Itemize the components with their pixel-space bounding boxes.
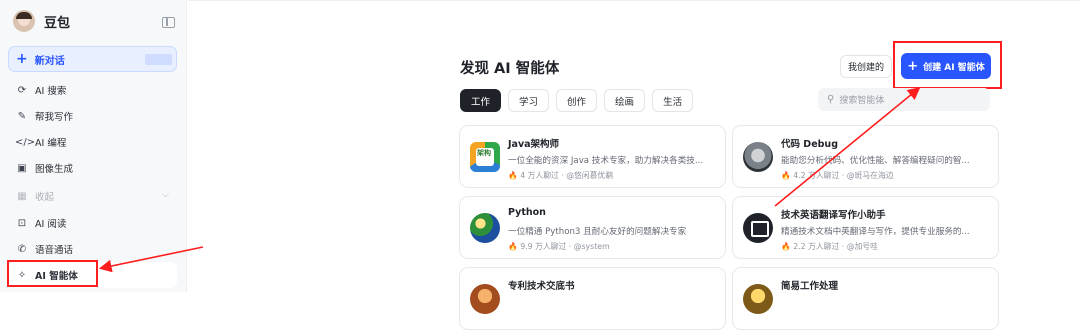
search-icon: ⚲ — [827, 94, 835, 105]
java-icon-text: 架构 — [477, 149, 491, 157]
phone-icon: ✆ — [17, 243, 27, 255]
agent-card[interactable]: 技术英语翻译写作小助手 精通技术文档中英翻译与写作，提供专业服务的... 🔥 2… — [732, 196, 999, 259]
top-divider — [188, 0, 1080, 1]
annotation-highlight-box — [7, 260, 98, 287]
search-icon: ⟳ — [17, 84, 27, 96]
sidebar-item-image-gen[interactable]: ▣ 图像生成 — [8, 155, 177, 181]
brand-name: 豆包 — [44, 15, 71, 31]
agent-meta: 🔥 4.2 万人聊过 · @斑马在海边 — [781, 171, 894, 180]
sidebar-item-collapse[interactable]: ▦ 收起 ⌵ — [8, 183, 177, 209]
agent-title: 简易工作处理 — [781, 281, 839, 292]
java-architect-icon: 架构 — [470, 142, 500, 172]
agent-meta: 🔥 4 万人聊过 · @悠闲慕优鹬 — [508, 171, 614, 180]
sidebar-toggle-icon[interactable] — [162, 17, 175, 28]
chevron-down-icon: ⌵ — [162, 190, 169, 200]
tab-study[interactable]: 学习 — [508, 89, 550, 112]
agent-meta: 🔥 2.2 万人聊过 · @加号哇 — [781, 242, 878, 251]
brand[interactable]: 豆包 — [13, 10, 70, 32]
agent-title: 代码 Debug — [781, 139, 839, 150]
my-created-button[interactable]: 我创建的 — [840, 55, 892, 78]
sidebar-item-label: 收起 — [35, 192, 55, 203]
sidebar-item-label: 帮我写作 — [35, 112, 74, 123]
plus-icon: + — [16, 51, 28, 67]
reader-icon: ⊡ — [17, 217, 27, 229]
new-chat-label: 新对话 — [34, 55, 65, 67]
tab-life[interactable]: 生活 — [652, 89, 694, 112]
page-title: 发现 AI 智能体 — [460, 61, 560, 77]
agent-title: Python — [508, 207, 546, 218]
agent-card[interactable]: 代码 Debug 能助您分析代码、优化性能、解答编程疑问的智... 🔥 4.2 … — [732, 125, 999, 188]
sidebar-item-voice-call[interactable]: ✆ 语音通话 — [8, 236, 177, 262]
search-placeholder: 搜索智能体 — [839, 96, 885, 106]
agent-meta: 🔥 9.9 万人聊过 · @system — [508, 242, 610, 251]
agent-card[interactable]: 简易工作处理 — [732, 267, 999, 330]
patent-icon — [470, 284, 500, 314]
agent-description: 能助您分析代码、优化性能、解答编程疑问的智... — [781, 156, 970, 166]
shortcut-badge — [145, 54, 172, 65]
tab-drawing[interactable]: 绘画 — [604, 89, 646, 112]
work-icon — [743, 284, 773, 314]
collapse-icon: ▦ — [17, 190, 27, 202]
agent-card[interactable]: 专利技术交底书 — [459, 267, 726, 330]
sidebar-item-ai-search[interactable]: ⟳ AI 搜索 — [8, 77, 177, 103]
sidebar-item-label: AI 搜索 — [35, 86, 67, 97]
agent-title: 专利技术交底书 — [508, 281, 575, 292]
sidebar-item-label: AI 编程 — [35, 138, 67, 149]
agent-description: 精通技术文档中英翻译与写作，提供专业服务的... — [781, 227, 970, 237]
python-icon — [470, 213, 500, 243]
translate-icon — [743, 213, 773, 243]
sidebar-item-coding[interactable]: </> AI 编程 — [8, 129, 177, 155]
agent-card[interactable]: Python 一位精通 Python3 且耐心友好的问题解决专家 🔥 9.9 万… — [459, 196, 726, 259]
image-icon: ▣ — [17, 162, 27, 174]
sidebar-item-ai-reading[interactable]: ⊡ AI 阅读 — [8, 210, 177, 236]
agent-search-input[interactable]: ⚲ 搜索智能体 — [818, 88, 990, 111]
sidebar-item-label: 图像生成 — [35, 164, 74, 175]
sidebar: 豆包 + 新对话 ⟳ AI 搜索 ✎ 帮我写作 </> AI 编程 ▣ 图像生成… — [0, 0, 187, 292]
agent-title: 技术英语翻译写作小助手 — [781, 210, 886, 221]
new-chat-button[interactable]: + 新对话 — [8, 46, 177, 72]
agent-card[interactable]: 架构 Java架构师 一位全能的资深 Java 技术专家，助力解决各类技... … — [459, 125, 726, 188]
code-icon: </> — [15, 136, 36, 148]
agent-description: 一位全能的资深 Java 技术专家，助力解决各类技... — [508, 156, 704, 166]
sidebar-item-label: AI 阅读 — [35, 219, 67, 230]
sidebar-item-writing[interactable]: ✎ 帮我写作 — [8, 103, 177, 129]
tab-work[interactable]: 工作 — [460, 89, 502, 112]
tab-create[interactable]: 创作 — [556, 89, 598, 112]
category-tabs: 工作 学习 创作 绘画 生活 — [460, 89, 700, 112]
agent-title: Java架构师 — [508, 139, 560, 150]
sidebar-item-label: 语音通话 — [35, 245, 74, 256]
annotation-highlight-box — [893, 41, 1002, 89]
debug-icon — [743, 142, 773, 172]
avatar — [13, 10, 35, 32]
agent-description: 一位精通 Python3 且耐心友好的问题解决专家 — [508, 227, 687, 237]
pen-icon: ✎ — [17, 110, 27, 122]
